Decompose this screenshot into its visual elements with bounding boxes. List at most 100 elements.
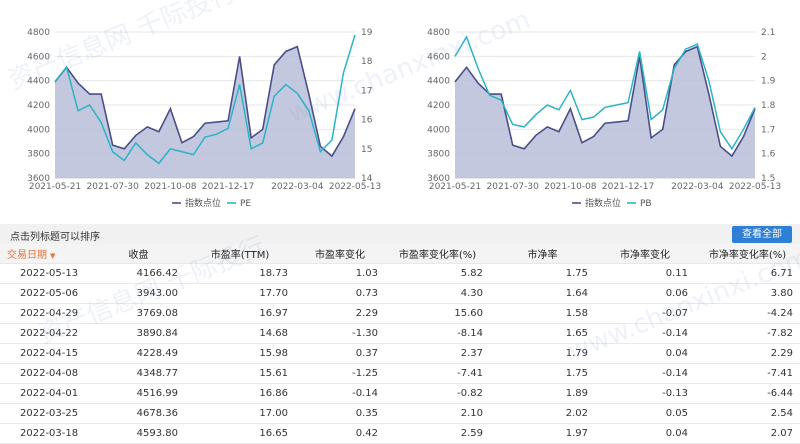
header-pe-change-rate[interactable]: 市盈率变化率(%) — [385, 244, 490, 264]
table-cell: 2022-04-29 — [0, 303, 92, 324]
y-right-tick-label: 16 — [361, 116, 373, 126]
table-row: 2022-04-08 4348.77 15.61 -1.25 -7.41 1.75 -0.1… — [0, 363, 800, 384]
table-cell: 0.04 — [595, 343, 695, 364]
table-cell: -1.30 — [295, 323, 385, 344]
legend-ratio-label[interactable]: PB — [640, 199, 652, 209]
table-cell: 1.64 — [490, 283, 595, 304]
table-cell: 0.05 — [595, 403, 695, 424]
table-cell: -0.14 — [595, 323, 695, 344]
table-cell: 5.82 — [385, 263, 490, 284]
table-cell: 2022-05-06 — [0, 283, 92, 304]
table-cell: 0.06 — [595, 283, 695, 304]
y-right-tick-label: 2 — [761, 52, 767, 62]
header-pe-change[interactable]: 市盈率变化 — [295, 244, 385, 264]
y-left-tick-label: 4400 — [427, 77, 450, 87]
table-cell: 0.11 — [595, 263, 695, 284]
table-cell: 4.30 — [385, 283, 490, 304]
header-trade-date[interactable]: 交易日期 ▼ — [0, 244, 92, 264]
table-cell: 1.65 — [490, 323, 595, 344]
table-cell: 1.03 — [295, 263, 385, 284]
table-cell: 1.97 — [490, 423, 595, 444]
x-tick-label: 2021-12-17 — [202, 182, 254, 192]
table-cell: -8.14 — [385, 323, 490, 344]
table-cell: 3890.84 — [92, 323, 185, 344]
table-row: 2022-03-25 4678.36 17.00 0.35 2.10 2.02 0.05 2.… — [0, 403, 800, 424]
index-area — [455, 46, 755, 178]
table-cell: 4593.80 — [92, 423, 185, 444]
header-pe-ttm[interactable]: 市盈率(TTM) — [185, 244, 295, 264]
table-cell: 2.37 — [385, 343, 490, 364]
table-cell: 15.60 — [385, 303, 490, 324]
pe-chart: 3600 3800 4000 4200 4400 4600 4800 14 15 16 17 18 19… — [0, 0, 400, 222]
table-cell: 17.00 — [185, 403, 295, 424]
y-left-tick-label: 4000 — [427, 125, 450, 135]
y-left-tick-label: 4600 — [27, 52, 50, 62]
header-close[interactable]: 收盘 — [92, 244, 185, 264]
x-tick-label: 2021-05-21 — [29, 182, 81, 192]
view-all-button[interactable]: 查看全部 — [732, 226, 792, 243]
table-cell: -4.24 — [695, 303, 800, 324]
table-toolbar: 点击列标题可以排序 查看全部 — [0, 224, 800, 244]
table-cell: 17.70 — [185, 283, 295, 304]
x-tick-label: 2022-05-13 — [729, 182, 781, 192]
y-left-tick-label: 4000 — [27, 125, 50, 135]
table-cell: 2022-04-15 — [0, 343, 92, 364]
table-cell: 2022-03-25 — [0, 403, 92, 424]
pb-chart: 3600 3800 4000 4200 4400 4600 4800 1.5 1.6 1.7 1.8… — [400, 0, 800, 222]
x-tick-label: 2021-10-08 — [544, 182, 597, 192]
y-left-tick-label: 4800 — [27, 28, 50, 38]
table-cell: 2022-04-22 — [0, 323, 92, 344]
sort-desc-icon: ▼ — [50, 252, 56, 260]
table-cell: 14.68 — [185, 323, 295, 344]
legend-index-label[interactable]: 指数点位 — [585, 197, 621, 209]
table-cell: -7.41 — [695, 363, 800, 384]
legend-index-label[interactable]: 指数点位 — [185, 197, 221, 209]
table-cell: 16.65 — [185, 423, 295, 444]
table-cell: 1.75 — [490, 263, 595, 284]
table-cell: 2.29 — [295, 303, 385, 324]
legend-ratio-label[interactable]: PE — [240, 199, 251, 209]
x-tick-label: 2021-07-30 — [487, 182, 540, 192]
table-row: 2022-04-22 3890.84 14.68 -1.30 -8.14 1.65 -0.1… — [0, 323, 800, 344]
table-cell: 1.58 — [490, 303, 595, 324]
y-right-tick-label: 15 — [361, 145, 372, 155]
table-row: 2022-04-15 4228.49 15.98 0.37 2.37 1.79 0.04 2.… — [0, 343, 800, 364]
table-cell: 0.37 — [295, 343, 385, 364]
table-cell: -1.25 — [295, 363, 385, 384]
table-cell: 2022-03-18 — [0, 423, 92, 444]
x-tick-label: 2022-03-04 — [671, 182, 724, 192]
y-left-tick-label: 4400 — [27, 77, 50, 87]
table-cell: 16.86 — [185, 383, 295, 404]
x-tick-label: 2022-05-13 — [329, 182, 381, 192]
y-right-tick-label: 1.8 — [761, 101, 776, 111]
table-cell: 15.61 — [185, 363, 295, 384]
table-row: 2022-05-06 3943.00 17.70 0.73 4.30 1.64 0.06 3.… — [0, 283, 800, 304]
header-pb-change-rate[interactable]: 市净率变化率(%) — [695, 244, 800, 264]
table-cell: 16.97 — [185, 303, 295, 324]
table-cell: 6.71 — [695, 263, 800, 284]
table-cell: 2.07 — [695, 423, 800, 444]
table-cell: 2.29 — [695, 343, 800, 364]
y-right-tick-label: 19 — [361, 28, 373, 38]
table-cell: 3943.00 — [92, 283, 185, 304]
header-pb[interactable]: 市净率 — [490, 244, 595, 264]
header-pb-change[interactable]: 市净率变化 — [595, 244, 695, 264]
table-cell: 3.80 — [695, 283, 800, 304]
table-cell: 4228.49 — [92, 343, 185, 364]
table-cell: 0.04 — [595, 423, 695, 444]
x-tick-label: 2021-07-30 — [87, 182, 140, 192]
table-header-row: 交易日期 ▼ 收盘 市盈率(TTM) 市盈率变化 市盈率变化率(%) 市净率 市净… — [0, 244, 800, 264]
y-right-tick-label: 2.1 — [761, 28, 775, 38]
table-cell: 1.75 — [490, 363, 595, 384]
table-cell: 4348.77 — [92, 363, 185, 384]
y-left-tick-label: 3800 — [27, 150, 50, 160]
x-tick-label: 2021-12-17 — [602, 182, 654, 192]
table-cell: 2.10 — [385, 403, 490, 424]
table-row: 2022-04-01 4516.99 16.86 -0.14 -0.82 1.89 -0.1… — [0, 383, 800, 404]
table-cell: 0.42 — [295, 423, 385, 444]
table-cell: -0.07 — [595, 303, 695, 324]
y-right-tick-label: 17 — [361, 86, 372, 96]
table-cell: 3769.08 — [92, 303, 185, 324]
table-cell: 2.54 — [695, 403, 800, 424]
table-cell: 2022-04-08 — [0, 363, 92, 384]
